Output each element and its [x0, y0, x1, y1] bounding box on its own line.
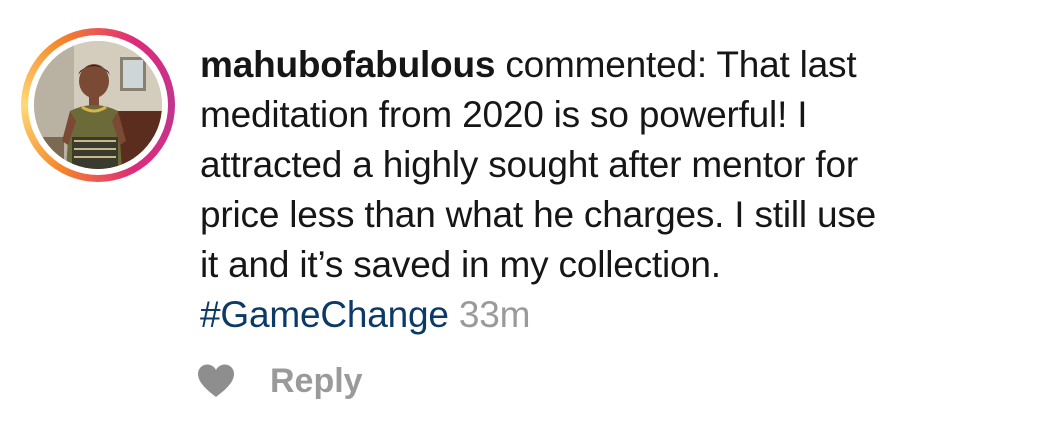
avatar[interactable] — [34, 41, 162, 169]
comment-text: mahubofabulous commented: That last medi… — [200, 40, 1030, 340]
comment-line-2: meditation from 2020 is so powerful! I — [200, 94, 808, 135]
hashtag-link[interactable]: #GameChange — [200, 294, 449, 335]
profile-photo — [34, 41, 162, 169]
comment-line-6: #GameChange 33m — [200, 290, 1030, 340]
story-ring[interactable] — [21, 28, 175, 182]
timestamp: 33m — [458, 294, 531, 335]
comment-line-4: price less than what he charges. I still… — [200, 194, 877, 235]
username-link[interactable]: mahubofabulous — [200, 44, 495, 85]
comment-item: mahubofabulous commented: That last medi… — [0, 0, 1042, 426]
reply-button[interactable]: Reply — [270, 362, 363, 401]
comment-line-1: mahubofabulous commented: That last — [200, 40, 1030, 90]
comment-line-3: attracted a highly sought after mentor f… — [200, 144, 858, 185]
comment-line-5: it and it’s saved in my collection. — [200, 244, 721, 285]
comment-actions: Reply — [196, 358, 363, 404]
comment-text-part: commented: That last — [495, 44, 857, 85]
heart-icon[interactable] — [196, 363, 236, 399]
